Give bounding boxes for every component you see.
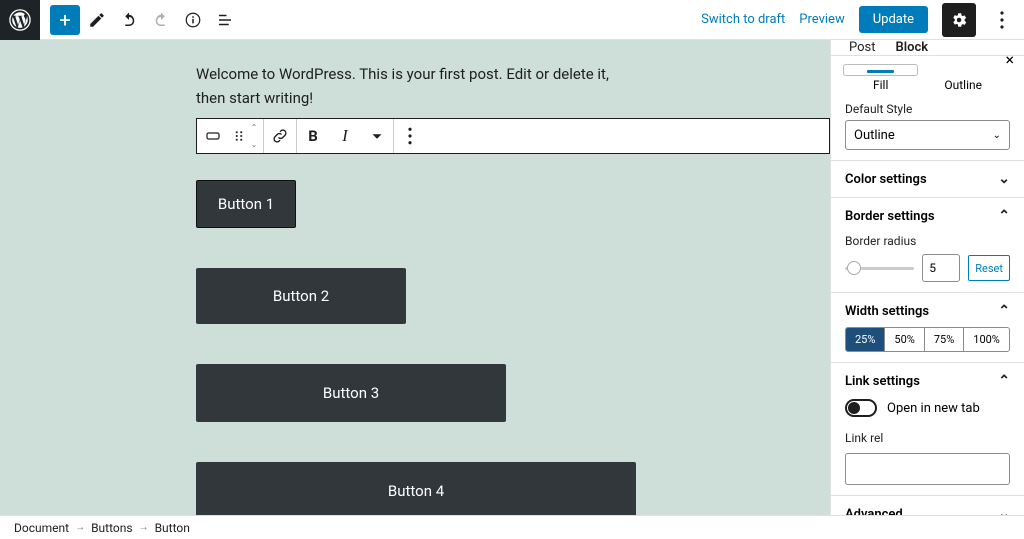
more-icon[interactable] <box>394 119 426 153</box>
wordpress-icon <box>9 9 31 31</box>
block-type-icon[interactable] <box>197 119 229 153</box>
preview-link[interactable]: Preview <box>799 12 844 27</box>
advanced-panel[interactable]: Advanced ⌄ <box>845 506 1010 515</box>
outline-icon[interactable] <box>210 5 240 35</box>
border-radius-value[interactable]: 5 <box>922 254 960 282</box>
crumb-buttons[interactable]: Buttons <box>91 521 133 535</box>
edit-icon[interactable] <box>82 5 112 35</box>
ellipsis-icon <box>1000 11 1004 29</box>
style-fill[interactable]: Fill <box>873 78 888 92</box>
chevron-down-icon: ⌄ <box>998 171 1010 187</box>
intro-text[interactable]: Welcome to WordPress. This is your first… <box>196 62 616 110</box>
open-new-tab-toggle[interactable] <box>845 399 877 417</box>
default-style-select[interactable]: Outline ⌄ <box>845 120 1010 150</box>
color-settings-panel[interactable]: Color settings ⌄ <box>845 171 1010 187</box>
italic-button[interactable]: I <box>329 119 361 153</box>
info-icon[interactable] <box>178 5 208 35</box>
width-75[interactable]: 75% <box>925 328 964 351</box>
border-radius-slider[interactable] <box>845 267 914 270</box>
width-50[interactable]: 50% <box>885 328 924 351</box>
move-up-icon[interactable]: ⌃ <box>245 119 263 136</box>
reset-button[interactable]: Reset <box>968 255 1010 281</box>
breadcrumb: Document → Buttons → Button <box>0 515 1024 539</box>
add-block-button[interactable]: + <box>50 5 80 35</box>
demo-button-1[interactable]: Button 1 <box>196 180 296 228</box>
more-format-icon[interactable] <box>361 119 393 153</box>
crumb-document[interactable]: Document <box>14 521 69 535</box>
more-options-button[interactable] <box>990 3 1014 37</box>
border-radius-label: Border radius <box>845 234 1010 248</box>
gear-icon <box>950 11 968 29</box>
link-rel-input[interactable] <box>845 453 1010 485</box>
tab-post[interactable]: Post <box>839 40 886 55</box>
chevron-down-icon: ⌄ <box>998 506 1010 515</box>
border-settings-panel[interactable]: Border settings ⌃ <box>845 208 1010 224</box>
move-down-icon[interactable]: ⌄ <box>245 136 263 153</box>
width-100[interactable]: 100% <box>964 328 1009 351</box>
width-25[interactable]: 25% <box>846 328 885 351</box>
block-toolbar: ⌃⌄ B I <box>196 118 830 154</box>
tab-block[interactable]: Block <box>886 40 939 55</box>
chevron-down-icon: ⌄ <box>993 130 1001 141</box>
link-icon[interactable] <box>264 119 296 153</box>
link-rel-label: Link rel <box>845 431 1010 445</box>
undo-icon[interactable] <box>114 5 144 35</box>
width-settings-panel[interactable]: Width settings ⌃ <box>845 303 1010 319</box>
style-outline[interactable]: Outline <box>944 78 982 92</box>
close-sidebar-icon[interactable]: × <box>1005 50 1014 69</box>
demo-button-3[interactable]: Button 3 <box>196 364 506 422</box>
update-button[interactable]: Update <box>859 6 928 33</box>
switch-draft-link[interactable]: Switch to draft <box>701 12 785 27</box>
demo-button-4[interactable]: Button 4 <box>196 462 636 515</box>
settings-button[interactable] <box>942 3 976 37</box>
redo-icon[interactable] <box>146 5 176 35</box>
open-new-tab-label: Open in new tab <box>887 401 980 416</box>
default-style-label: Default Style <box>845 102 1010 116</box>
bold-button[interactable]: B <box>297 119 329 153</box>
crumb-button[interactable]: Button <box>155 521 190 535</box>
wp-logo[interactable] <box>0 0 40 40</box>
chevron-up-icon: ⌃ <box>998 373 1010 389</box>
chevron-up-icon: ⌃ <box>998 208 1010 224</box>
link-settings-panel[interactable]: Link settings ⌃ <box>845 373 1010 389</box>
chevron-up-icon: ⌃ <box>998 303 1010 319</box>
demo-button-2[interactable]: Button 2 <box>196 268 406 324</box>
